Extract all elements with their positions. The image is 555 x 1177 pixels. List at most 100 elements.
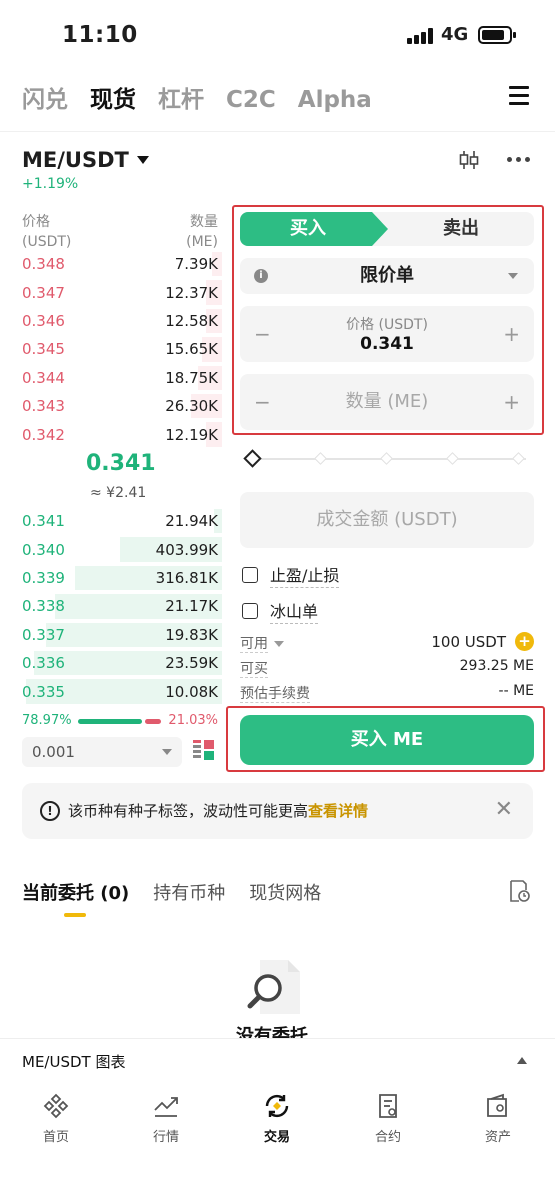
tab-spot-grid[interactable]: 现货网格 xyxy=(249,879,321,905)
notice-text: 该币种有种子标签，波动性可能更高 xyxy=(68,802,309,820)
ask-row[interactable]: 0.346 12.58K xyxy=(22,307,222,335)
ask-row[interactable]: 0.342 12.19K xyxy=(22,420,222,448)
checkbox[interactable] xyxy=(242,567,258,583)
caret-down-icon xyxy=(274,641,284,647)
sell-ratio: 21.03% xyxy=(168,713,218,728)
total-input[interactable]: 成交金额 (USDT) xyxy=(240,492,534,548)
can-buy: 可买 293.25 ME xyxy=(240,658,534,678)
qty-column-label: 数量 xyxy=(190,214,218,230)
nav-markets[interactable]: 行情 xyxy=(126,1092,206,1145)
chart-toggle-bar[interactable]: ME/USDT 图表 xyxy=(0,1038,555,1082)
tab-holdings[interactable]: 持有币种 xyxy=(153,879,225,905)
bid-row[interactable]: 0.339 316.81K xyxy=(22,564,222,592)
home-icon xyxy=(43,1093,69,1119)
tab-spot[interactable]: 现货 xyxy=(90,80,136,114)
bid-row[interactable]: 0.338 21.17K xyxy=(22,592,222,620)
ask-list: 0.348 7.39K 0.347 12.37K 0.346 12.58K 0.345… xyxy=(22,250,222,449)
orderbook-header: 价格 (USDT) 数量 (ME) xyxy=(22,212,218,252)
tab-buy[interactable]: 买入 xyxy=(240,212,388,246)
quantity-increment-button[interactable]: + xyxy=(503,390,520,414)
price-increment-button[interactable]: + xyxy=(503,322,520,346)
order-history-icon[interactable] xyxy=(508,879,530,903)
chart-toggle-label: ME/USDT 图表 xyxy=(22,1053,126,1071)
available-selector[interactable]: 可用 xyxy=(240,636,284,653)
last-price-fiat: ≈ ¥2.41 xyxy=(90,485,147,501)
caret-down-icon xyxy=(508,273,518,279)
bid-list: 0.341 21.94K 0.340 403.99K 0.339 316.81K 0.… xyxy=(22,507,222,706)
bid-row[interactable]: 0.335 10.08K xyxy=(22,677,222,705)
fee-value: -- ME xyxy=(498,683,534,699)
nav-assets[interactable]: 资产 xyxy=(458,1092,538,1145)
nav-home[interactable]: 首页 xyxy=(16,1092,96,1145)
fee-label[interactable]: 预估手续费 xyxy=(240,686,310,703)
price-input-value[interactable]: 0.341 xyxy=(240,334,534,354)
slider-mark-25[interactable] xyxy=(314,452,327,465)
ask-row[interactable]: 0.344 18.75K xyxy=(22,364,222,392)
quantity-input[interactable]: − 数量 (ME) + xyxy=(240,374,534,430)
available-balance: 可用 100 USDT + xyxy=(240,632,534,653)
iceberg-checkbox[interactable]: 冰山单 xyxy=(242,598,319,624)
iceberg-label: 冰山单 xyxy=(270,598,319,624)
slider-mark-75[interactable] xyxy=(446,452,459,465)
last-price[interactable]: 0.341 xyxy=(86,451,156,476)
bid-row[interactable]: 0.340 403.99K xyxy=(22,535,222,563)
tab-sell[interactable]: 卖出 xyxy=(388,212,534,246)
tab-convert[interactable]: 闪兑 xyxy=(22,80,68,114)
ask-row[interactable]: 0.348 7.39K xyxy=(22,250,222,278)
tab-margin[interactable]: 杠杆 xyxy=(158,80,204,114)
candlestick-chart-icon[interactable] xyxy=(458,150,480,170)
precision-value: 0.001 xyxy=(32,743,75,761)
status-bar: 11:10 4G xyxy=(0,0,555,70)
bottom-nav: 首页 行情 交易 合约 资产 xyxy=(0,1082,555,1177)
nav-futures[interactable]: 合约 xyxy=(348,1092,428,1145)
caret-down-icon xyxy=(136,156,149,164)
slider-mark-50[interactable] xyxy=(380,452,393,465)
bid-row[interactable]: 0.337 19.83K xyxy=(22,621,222,649)
bid-row[interactable]: 0.341 21.94K xyxy=(22,507,222,535)
battery-icon xyxy=(478,26,516,44)
trade-icon xyxy=(265,1094,289,1118)
ask-row[interactable]: 0.345 15.65K xyxy=(22,335,222,363)
can-buy-value: 293.25 ME xyxy=(459,658,534,674)
slider-mark-100[interactable] xyxy=(512,452,525,465)
checkbox[interactable] xyxy=(242,603,258,619)
network-type: 4G xyxy=(441,24,469,45)
close-icon[interactable]: ✕ xyxy=(495,799,513,821)
signal-icon xyxy=(407,28,435,44)
menu-icon[interactable] xyxy=(509,86,529,106)
tab-open-orders[interactable]: 当前委托 (0) xyxy=(22,879,129,917)
slider-handle[interactable] xyxy=(243,449,262,468)
bid-row[interactable]: 0.336 23.59K xyxy=(22,649,222,677)
qty-column-unit: (ME) xyxy=(186,234,218,250)
price-change: +1.19% xyxy=(22,176,79,192)
nav-trade[interactable]: 交易 xyxy=(237,1092,317,1145)
caret-up-icon xyxy=(517,1057,527,1064)
orders-tabs: 当前委托 (0) 持有币种 现货网格 xyxy=(22,879,345,917)
notice-details-link[interactable]: 查看详情 xyxy=(308,802,368,820)
price-input[interactable]: − 价格 (USDT) 0.341 + xyxy=(240,306,534,362)
divider xyxy=(0,131,555,132)
order-type-select[interactable]: i 限价单 xyxy=(240,258,534,294)
tab-c2c[interactable]: C2C xyxy=(226,87,276,113)
ask-row[interactable]: 0.343 26.30K xyxy=(22,392,222,420)
buy-ratio-bar xyxy=(78,719,142,724)
price-input-label: 价格 (USDT) xyxy=(346,317,428,333)
ask-row[interactable]: 0.347 12.37K xyxy=(22,278,222,306)
status-time: 11:10 xyxy=(62,22,138,48)
amount-slider[interactable] xyxy=(243,449,530,468)
markets-icon xyxy=(154,1097,178,1117)
futures-icon xyxy=(379,1094,397,1118)
deposit-plus-icon[interactable]: + xyxy=(515,632,534,651)
more-icon[interactable] xyxy=(507,157,531,163)
wallet-icon xyxy=(487,1093,507,1117)
buy-button[interactable]: 买入 ME xyxy=(240,715,534,765)
tab-alpha[interactable]: Alpha xyxy=(298,87,372,113)
precision-select[interactable]: 0.001 xyxy=(22,737,182,767)
order-type-label: 限价单 xyxy=(360,265,414,286)
pair-selector[interactable]: ME/USDT xyxy=(22,148,149,172)
side-tabs: 买入 卖出 xyxy=(240,212,534,246)
risk-notice: ! 该币种有种子标签，波动性可能更高查看详情 ✕ xyxy=(22,783,533,839)
orderbook-layout-icon[interactable] xyxy=(193,740,215,762)
estimated-fee: 预估手续费 -- ME xyxy=(240,683,534,703)
tp-sl-checkbox[interactable]: 止盈/止损 xyxy=(242,562,340,588)
